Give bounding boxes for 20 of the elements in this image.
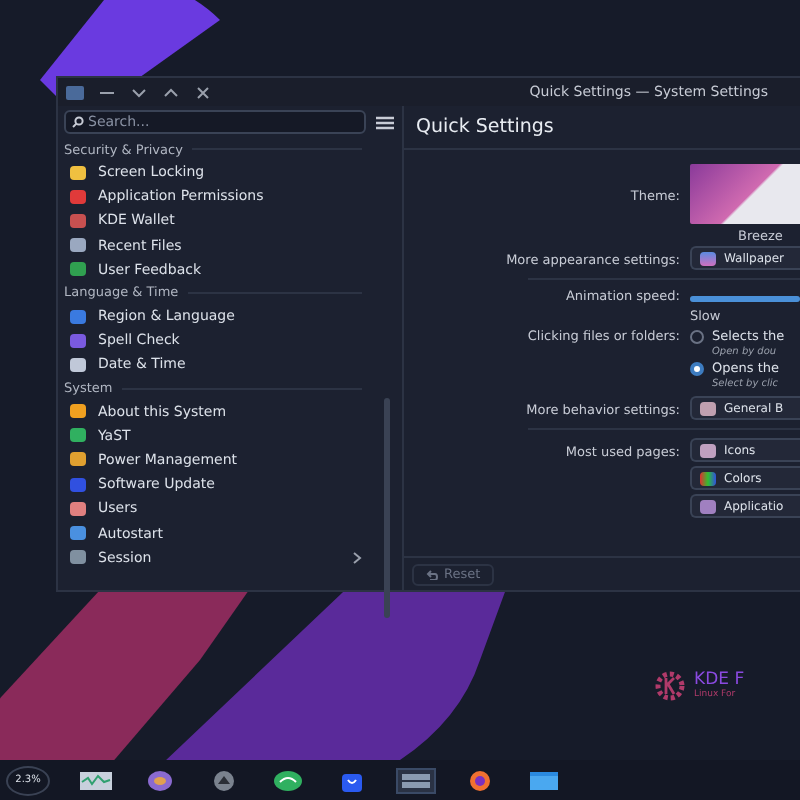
speed-slider[interactable] [690,296,800,302]
search-icon [72,116,84,128]
page-title: Quick Settings [404,106,800,150]
minimize-icon[interactable] [130,85,148,99]
gear-logo-icon [654,670,686,702]
radio-button[interactable] [690,329,704,343]
undo-icon [426,569,438,579]
theme-preview[interactable] [690,164,800,224]
monitor-icon[interactable] [78,769,114,791]
settings-icon[interactable] [398,769,434,791]
chameleon-icon[interactable] [270,769,306,791]
radio-button[interactable] [690,361,704,375]
logo-title: KDE F [694,671,745,689]
close-icon[interactable] [194,85,212,99]
app-icon[interactable] [66,85,84,99]
folder-icon[interactable] [526,769,562,791]
maximize-icon[interactable] [162,85,180,99]
disc-icon[interactable] [142,769,178,791]
menu-icon[interactable] [376,115,394,129]
scrollbar[interactable] [384,398,390,618]
